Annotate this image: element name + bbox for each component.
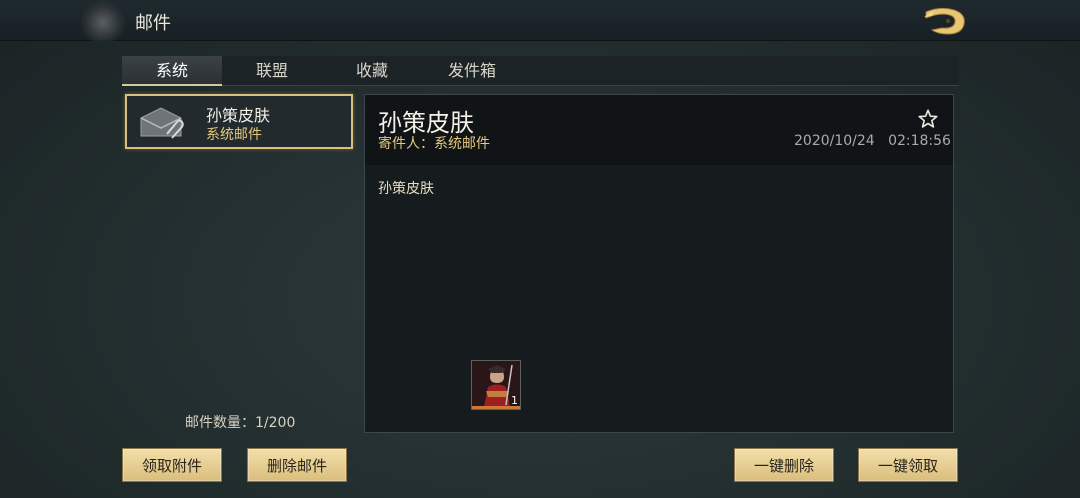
mail-date: 2020/10/24 — [794, 133, 875, 149]
tab-outbox[interactable]: 发件箱 — [422, 56, 522, 86]
delete-mail-button[interactable]: 删除邮件 — [247, 448, 347, 482]
top-bar: 邮件 — [0, 0, 1080, 41]
mail-item-sender: 系统邮件 — [206, 127, 262, 143]
mail-detail-panel: 孙策皮肤 寄件人：系统邮件 2020/10/24 02:18:56 孙策皮肤 1 — [364, 94, 954, 433]
mail-tabs: 系统 联盟 收藏 发件箱 — [122, 56, 959, 86]
mail-sender: 寄件人：系统邮件 — [378, 136, 490, 152]
attachment-item[interactable]: 1 — [471, 360, 521, 410]
mail-count: 邮件数量：1/200 — [185, 415, 296, 431]
mail-attachment-icon — [140, 107, 184, 139]
mail-timestamp: 2020/10/24 02:18:56 — [794, 133, 951, 149]
page-title: 邮件 — [135, 13, 171, 34]
mail-list-item[interactable]: 孙策皮肤 系统邮件 — [125, 94, 353, 149]
claim-attachment-button[interactable]: 领取附件 — [122, 448, 222, 482]
mail-detail-header: 孙策皮肤 寄件人：系统邮件 2020/10/24 02:18:56 — [365, 95, 953, 165]
mail-time: 02:18:56 — [888, 133, 951, 149]
mail-item-title: 孙策皮肤 — [206, 106, 271, 125]
tab-favorites[interactable]: 收藏 — [322, 56, 422, 86]
attachment-count: 1 — [511, 394, 518, 407]
dragon-emblem-icon — [80, 0, 126, 41]
tab-alliance[interactable]: 联盟 — [222, 56, 322, 86]
favorite-star-icon[interactable] — [917, 108, 939, 130]
delete-all-button[interactable]: 一键删除 — [734, 448, 834, 482]
dragon-back-icon — [924, 7, 965, 35]
claim-all-button[interactable]: 一键领取 — [858, 448, 958, 482]
tab-system[interactable]: 系统 — [122, 56, 222, 86]
back-button[interactable] — [920, 4, 970, 38]
mail-body: 孙策皮肤 — [378, 181, 434, 197]
